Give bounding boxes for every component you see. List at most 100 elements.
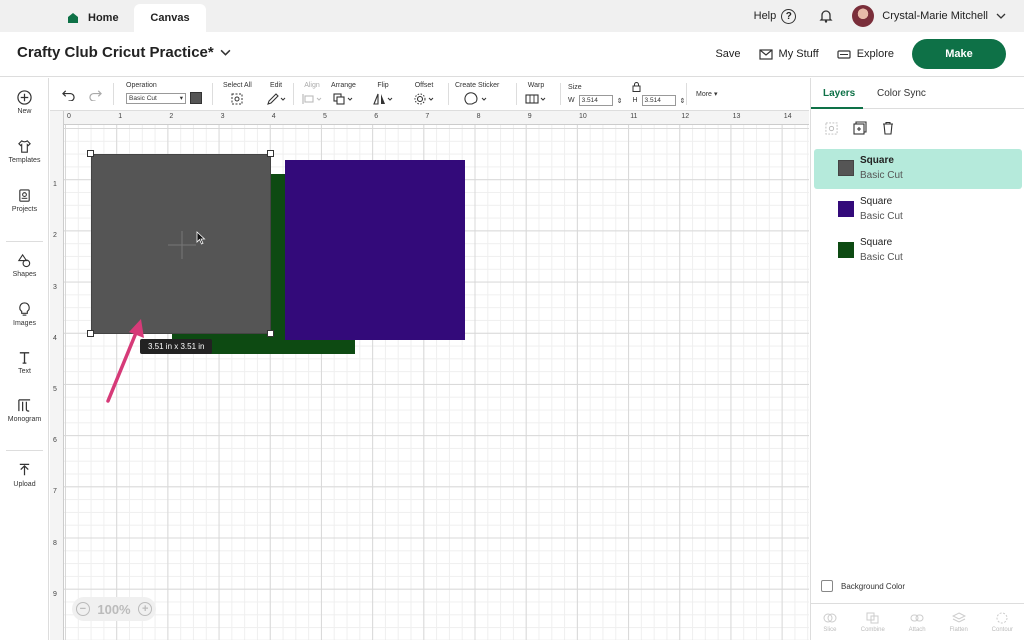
duplicate-icon[interactable] (853, 121, 867, 135)
arrange-icon (333, 93, 353, 105)
height-input[interactable]: 3.514 (641, 95, 676, 106)
ruler-top-label: 14 (783, 113, 792, 120)
warp-button[interactable]: Warp (524, 82, 548, 106)
resize-handle-top-left[interactable] (87, 150, 94, 157)
layer-swatch (838, 242, 854, 258)
chevron-down-icon (220, 49, 231, 56)
group-icon[interactable] (825, 122, 838, 135)
height-stepper[interactable]: ⇕ (680, 97, 686, 105)
ruler-top-label: 3 (220, 113, 225, 120)
resize-handle-bottom-left[interactable] (87, 330, 94, 337)
ruler-top-label: 5 (323, 113, 327, 120)
sidebar-item-new[interactable]: New (0, 90, 49, 115)
redo-icon[interactable] (88, 88, 103, 101)
active-tab-indicator (811, 107, 863, 109)
tab-canvas[interactable]: Canvas (134, 4, 206, 32)
sidebar-item-upload[interactable]: Upload (0, 463, 49, 488)
purple-square[interactable] (285, 160, 465, 340)
resize-handle-bottom-right[interactable] (267, 330, 274, 337)
caret-down-icon: ▾ (713, 91, 718, 98)
ruler-top-label: 13 (732, 113, 741, 120)
arrange-button[interactable]: Arrange (331, 82, 356, 106)
ruler-top-label: 7 (425, 113, 430, 120)
avatar[interactable] (852, 5, 875, 27)
left-sidebar: New Templates Projects Shapes Images Tex… (0, 78, 49, 640)
trash-icon[interactable] (881, 121, 895, 135)
zoom-out-button[interactable]: − (75, 602, 90, 616)
ruler-top-label: 2 (169, 113, 174, 120)
ruler-left-label: 6 (53, 437, 57, 445)
resize-handle-top-right[interactable] (267, 150, 274, 157)
combine-button[interactable]: Combine (861, 612, 885, 633)
ruler-left-label: 1 (53, 181, 57, 189)
tab-color-sync[interactable]: Color Sync (877, 88, 926, 99)
my-stuff-button[interactable]: My Stuff (758, 48, 819, 60)
zoom-level: 100% (97, 601, 131, 617)
more-button[interactable]: More ▾ (696, 90, 718, 99)
tab-layers[interactable]: Layers (823, 88, 855, 99)
mouse-cursor-icon (196, 231, 206, 245)
tabs-bar: Home Canvas Help ? Crystal-Marie Mitchel… (0, 0, 1024, 32)
ruler-left-label: 9 (53, 590, 57, 598)
sidebar-divider (6, 450, 43, 451)
layer-item[interactable]: Square Basic Cut (814, 149, 1022, 189)
arrow-annotation (106, 319, 144, 403)
layer-swatch (838, 160, 854, 176)
contour-button[interactable]: Contour (992, 612, 1013, 633)
user-name[interactable]: Crystal-Marie Mitchell (882, 10, 988, 22)
project-header: Crafty Club Cricut Practice* Save My Stu… (0, 32, 1024, 77)
project-title[interactable]: Crafty Club Cricut Practice* (17, 44, 231, 61)
sidebar-item-monogram[interactable]: Monogram (0, 398, 49, 423)
toolbar-divider (448, 83, 449, 105)
flip-button[interactable]: Flip (372, 82, 394, 106)
shirt-icon (18, 140, 31, 153)
center-crosshair-icon (168, 231, 196, 259)
align-button[interactable]: Align (301, 82, 323, 106)
width-input[interactable]: 3.514 (578, 95, 613, 106)
toolbar-divider (686, 83, 687, 105)
slice-icon (823, 613, 837, 622)
sidebar-item-shapes[interactable]: Shapes (0, 253, 49, 278)
slice-button[interactable]: Slice (823, 612, 837, 633)
sidebar-item-text[interactable]: Text (0, 350, 49, 375)
monogram-icon (18, 399, 31, 412)
make-button[interactable]: Make (912, 39, 1006, 69)
chevron-down-icon[interactable] (996, 11, 1006, 21)
explore-button[interactable]: Explore (837, 48, 894, 60)
sidebar-item-templates[interactable]: Templates (0, 139, 49, 164)
edit-button[interactable]: Edit (266, 82, 286, 106)
lock-icon[interactable] (632, 82, 641, 92)
layer-item[interactable]: Square Basic Cut (814, 231, 1022, 271)
ruler-top-label: 4 (271, 113, 276, 120)
attach-button[interactable]: Attach (909, 612, 926, 633)
save-button[interactable]: Save (715, 48, 740, 60)
background-color-toggle[interactable]: Background Color (821, 580, 905, 592)
operation-select[interactable]: Basic Cut ▾ (126, 92, 186, 104)
sidebar-divider (6, 241, 43, 242)
create-sticker-button[interactable]: Create Sticker (455, 82, 499, 106)
header-actions: Save My Stuff Explore Make (715, 39, 1006, 69)
bell-icon[interactable] (818, 8, 834, 24)
gray-square-selected[interactable] (91, 154, 271, 334)
question-icon: ? (781, 8, 797, 24)
warp-icon (525, 94, 546, 104)
flatten-button[interactable]: Flatten (949, 611, 968, 633)
ruler-top-label: 12 (681, 113, 690, 120)
zoom-in-button[interactable]: + (138, 602, 153, 616)
offset-button[interactable]: Offset (413, 82, 435, 106)
design-canvas[interactable]: 0 1 2 3 4 5 6 7 8 9 10 11 12 13 14 123456789 3.51 in x… (50, 111, 809, 640)
select-all-button[interactable]: Select All (223, 82, 252, 106)
background-color-checkbox[interactable] (821, 580, 833, 592)
tab-home[interactable]: Home (66, 4, 119, 32)
width-stepper[interactable]: ⇕ (617, 97, 623, 105)
color-swatch[interactable] (190, 92, 202, 104)
operation-control: Operation Basic Cut ▾ (126, 82, 202, 104)
layer-item[interactable]: Square Basic Cut (814, 190, 1022, 230)
sidebar-item-images[interactable]: Images (0, 302, 49, 327)
ruler-left-label: 7 (53, 488, 57, 496)
undo-icon[interactable] (61, 88, 76, 101)
sidebar-item-projects[interactable]: Projects (0, 188, 49, 213)
machine-icon (837, 49, 851, 59)
toolbar-divider (113, 83, 114, 105)
help-button[interactable]: Help ? (754, 8, 797, 24)
